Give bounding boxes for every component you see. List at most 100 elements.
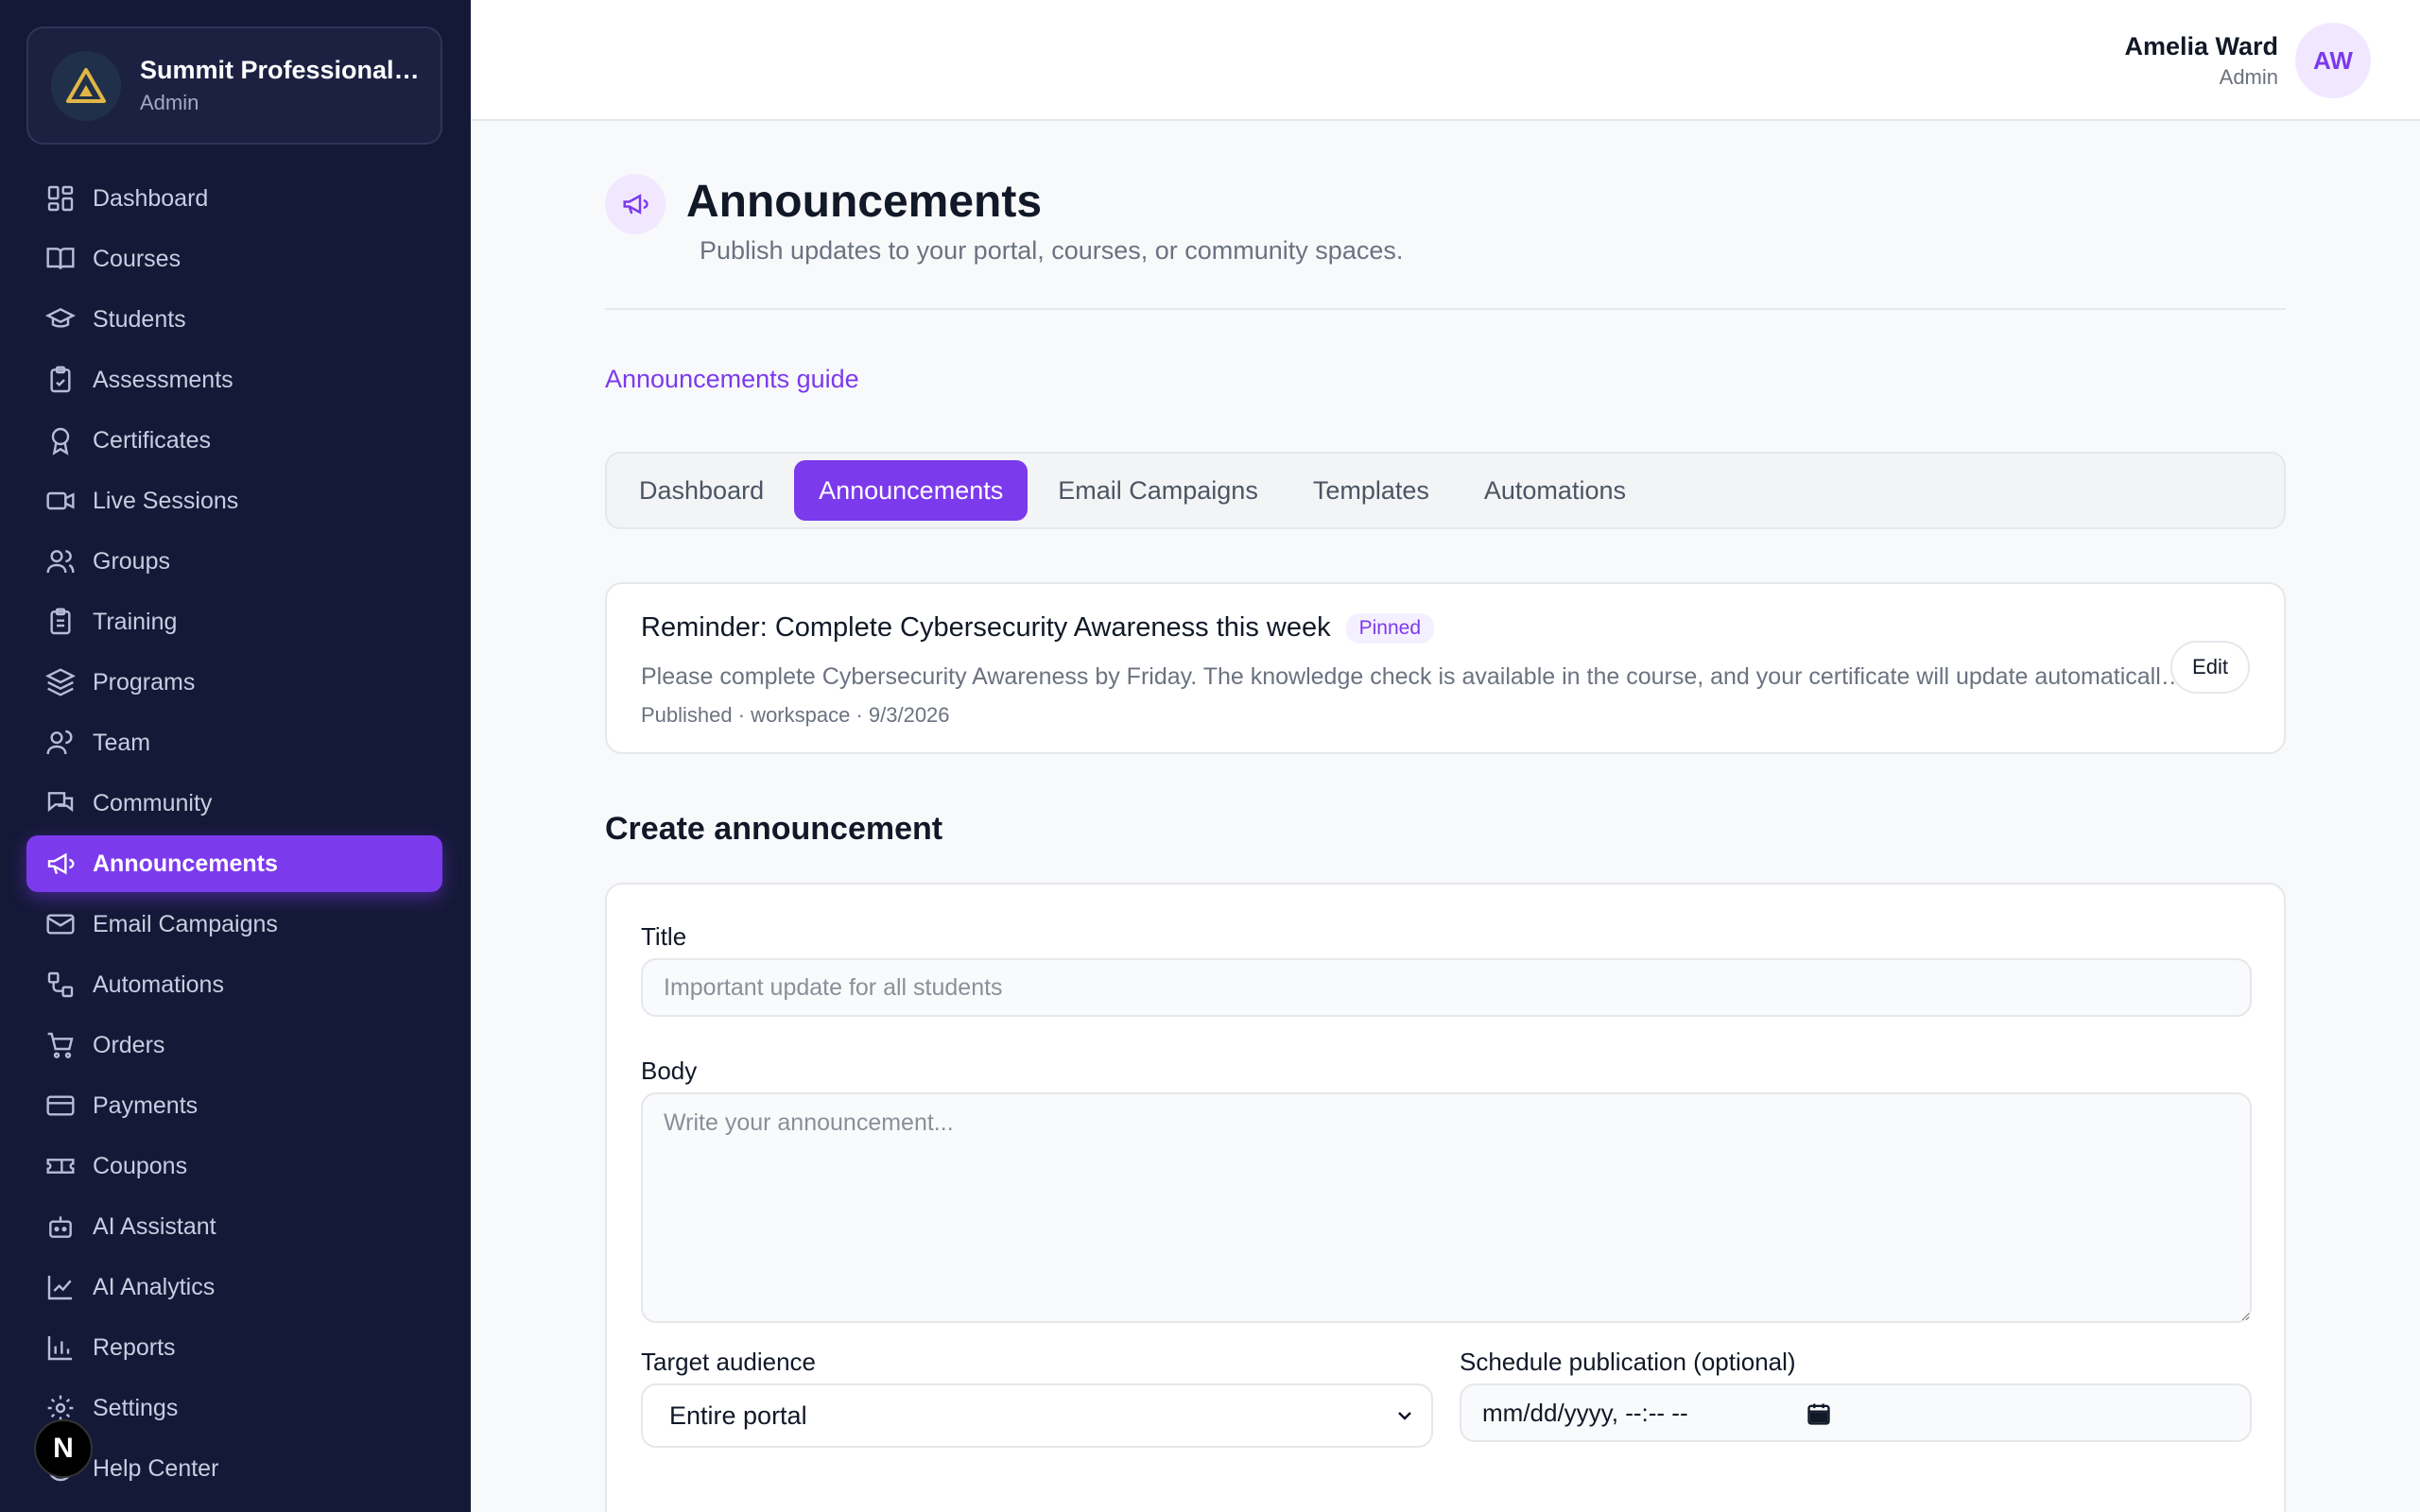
sidebar-item-label: Announcements <box>93 850 278 877</box>
pinned-badge: Pinned <box>1345 612 1434 644</box>
sidebar-item-label: Orders <box>93 1031 165 1058</box>
sidebar-item-label: Email Campaigns <box>93 910 278 937</box>
clipboard-list-icon <box>50 608 71 635</box>
sidebar-item-announcements[interactable]: Announcements <box>26 835 442 892</box>
dashboard-icon <box>47 185 74 212</box>
layers-icon <box>45 668 76 696</box>
announcement-body: Please complete Cybersecurity Awareness … <box>641 663 2191 690</box>
sidebar-item-label: Programs <box>93 668 196 696</box>
edit-button[interactable]: Edit <box>2170 641 2250 694</box>
sidebar-item-certificates[interactable]: Certificates <box>26 412 442 469</box>
sidebar-item-label: Help Center <box>93 1454 219 1482</box>
award-icon <box>51 427 70 455</box>
clipboard-check-icon <box>50 366 71 393</box>
announcements-guide-link[interactable]: Announcements guide <box>605 365 859 394</box>
tab-email-campaigns[interactable]: Email Campaigns <box>1033 460 1283 521</box>
sidebar-item-courses[interactable]: Courses <box>26 231 442 287</box>
cart-icon <box>47 1032 74 1058</box>
org-switcher[interactable]: Summit Professional Academy Admin <box>26 26 442 145</box>
tab-bar: Dashboard Announcements Email Campaigns … <box>605 452 2286 529</box>
sidebar-item-community[interactable]: Community <box>26 775 442 832</box>
main-content: Announcements Publish updates to your po… <box>605 121 2286 1512</box>
sidebar-item-label: Assessments <box>93 366 233 393</box>
sidebar-nav: Dashboard Courses Students Assessments C… <box>26 170 442 1501</box>
sidebar-item-ai-assistant[interactable]: AI Assistant <box>26 1198 442 1255</box>
sidebar: Summit Professional Academy Admin Dashbo… <box>0 0 471 1512</box>
sidebar-item-coupons[interactable]: Coupons <box>26 1138 442 1194</box>
title-input[interactable] <box>641 958 2252 1017</box>
sidebar-item-label: Dashboard <box>93 184 209 212</box>
sidebar-item-label: Community <box>93 789 213 816</box>
audience-label: Target audience <box>641 1348 817 1376</box>
video-icon <box>46 491 75 510</box>
body-label: Body <box>641 1057 698 1085</box>
sidebar-item-label: Live Sessions <box>93 487 239 514</box>
sidebar-item-label: Training <box>93 608 178 635</box>
sidebar-item-label: Automations <box>93 971 224 998</box>
tab-dashboard[interactable]: Dashboard <box>614 460 788 521</box>
sidebar-item-label: Team <box>93 729 151 756</box>
sidebar-item-groups[interactable]: Groups <box>26 533 442 590</box>
tab-automations[interactable]: Automations <box>1460 460 1651 521</box>
sidebar-item-reports[interactable]: Reports <box>26 1319 442 1376</box>
announcement-card: Reminder: Complete Cybersecurity Awarene… <box>605 582 2286 754</box>
page-title: Announcements <box>686 177 1043 227</box>
team-icon <box>46 730 73 755</box>
title-label: Title <box>641 922 687 951</box>
create-announcement-heading: Create announcement <box>605 811 943 847</box>
book-icon <box>46 248 75 269</box>
calendar-icon[interactable] <box>1806 1400 1832 1427</box>
sidebar-item-team[interactable]: Team <box>26 714 442 771</box>
megaphone-icon <box>47 852 75 875</box>
graduation-cap-icon <box>45 307 76 328</box>
users-icon <box>46 550 75 574</box>
sidebar-item-payments[interactable]: Payments <box>26 1077 442 1134</box>
announcement-meta: Published · workspace · 9/3/2026 <box>641 703 950 727</box>
sidebar-item-label: AI Assistant <box>93 1212 216 1240</box>
sidebar-item-label: Coupons <box>93 1152 188 1179</box>
user-role: Admin <box>2219 64 2278 89</box>
sidebar-item-programs[interactable]: Programs <box>26 654 442 711</box>
body-textarea[interactable] <box>641 1092 2252 1323</box>
audience-select[interactable]: Entire portal <box>641 1383 1433 1448</box>
sidebar-item-settings[interactable]: Settings <box>26 1380 442 1436</box>
schedule-placeholder: mm/dd/yyyy, --:-- -- <box>1482 1398 1688 1427</box>
sidebar-item-live-sessions[interactable]: Live Sessions <box>26 472 442 529</box>
schedule-label: Schedule publication (optional) <box>1460 1348 1796 1376</box>
avatar[interactable]: AW <box>2295 23 2371 98</box>
tab-templates[interactable]: Templates <box>1288 460 1454 521</box>
page-subtitle: Publish updates to your portal, courses,… <box>700 236 1404 265</box>
bar-chart-icon <box>47 1336 72 1361</box>
chevron-down-icon <box>1398 1412 1411 1420</box>
chat-icon <box>47 792 74 813</box>
tab-announcements[interactable]: Announcements <box>794 460 1028 521</box>
page-header: Announcements Publish updates to your po… <box>605 121 2286 310</box>
user-name: Amelia Ward <box>2124 31 2278 60</box>
sidebar-item-assessments[interactable]: Assessments <box>26 352 442 408</box>
sidebar-item-dashboard[interactable]: Dashboard <box>26 170 442 227</box>
schedule-datetime-input[interactable]: mm/dd/yyyy, --:-- -- <box>1460 1383 2252 1442</box>
user-menu[interactable]: Amelia Ward Admin AW <box>2124 23 2371 98</box>
dev-tools-badge[interactable]: N <box>34 1419 93 1478</box>
sidebar-item-label: Courses <box>93 245 182 272</box>
org-logo <box>51 50 121 121</box>
ticket-icon <box>46 1159 75 1174</box>
org-name: Summit Professional Academy <box>140 56 424 84</box>
sidebar-item-label: Reports <box>93 1333 176 1361</box>
create-announcement-form: Title Body Target audience Entire portal… <box>605 883 2286 1512</box>
sidebar-item-email-campaigns[interactable]: Email Campaigns <box>26 896 442 953</box>
credit-card-icon <box>46 1095 75 1116</box>
sidebar-item-label: Students <box>93 305 186 333</box>
sidebar-item-orders[interactable]: Orders <box>26 1017 442 1074</box>
sidebar-item-label: Groups <box>93 547 170 575</box>
sidebar-item-ai-analytics[interactable]: AI Analytics <box>26 1259 442 1315</box>
sidebar-item-label: AI Analytics <box>93 1273 216 1300</box>
audience-value: Entire portal <box>669 1400 807 1430</box>
sidebar-item-training[interactable]: Training <box>26 593 442 650</box>
sidebar-item-label: Payments <box>93 1091 199 1119</box>
sidebar-item-students[interactable]: Students <box>26 291 442 348</box>
workflow-icon <box>47 971 74 998</box>
sidebar-item-label: Settings <box>93 1394 179 1421</box>
bot-icon <box>49 1216 72 1238</box>
sidebar-item-automations[interactable]: Automations <box>26 956 442 1013</box>
